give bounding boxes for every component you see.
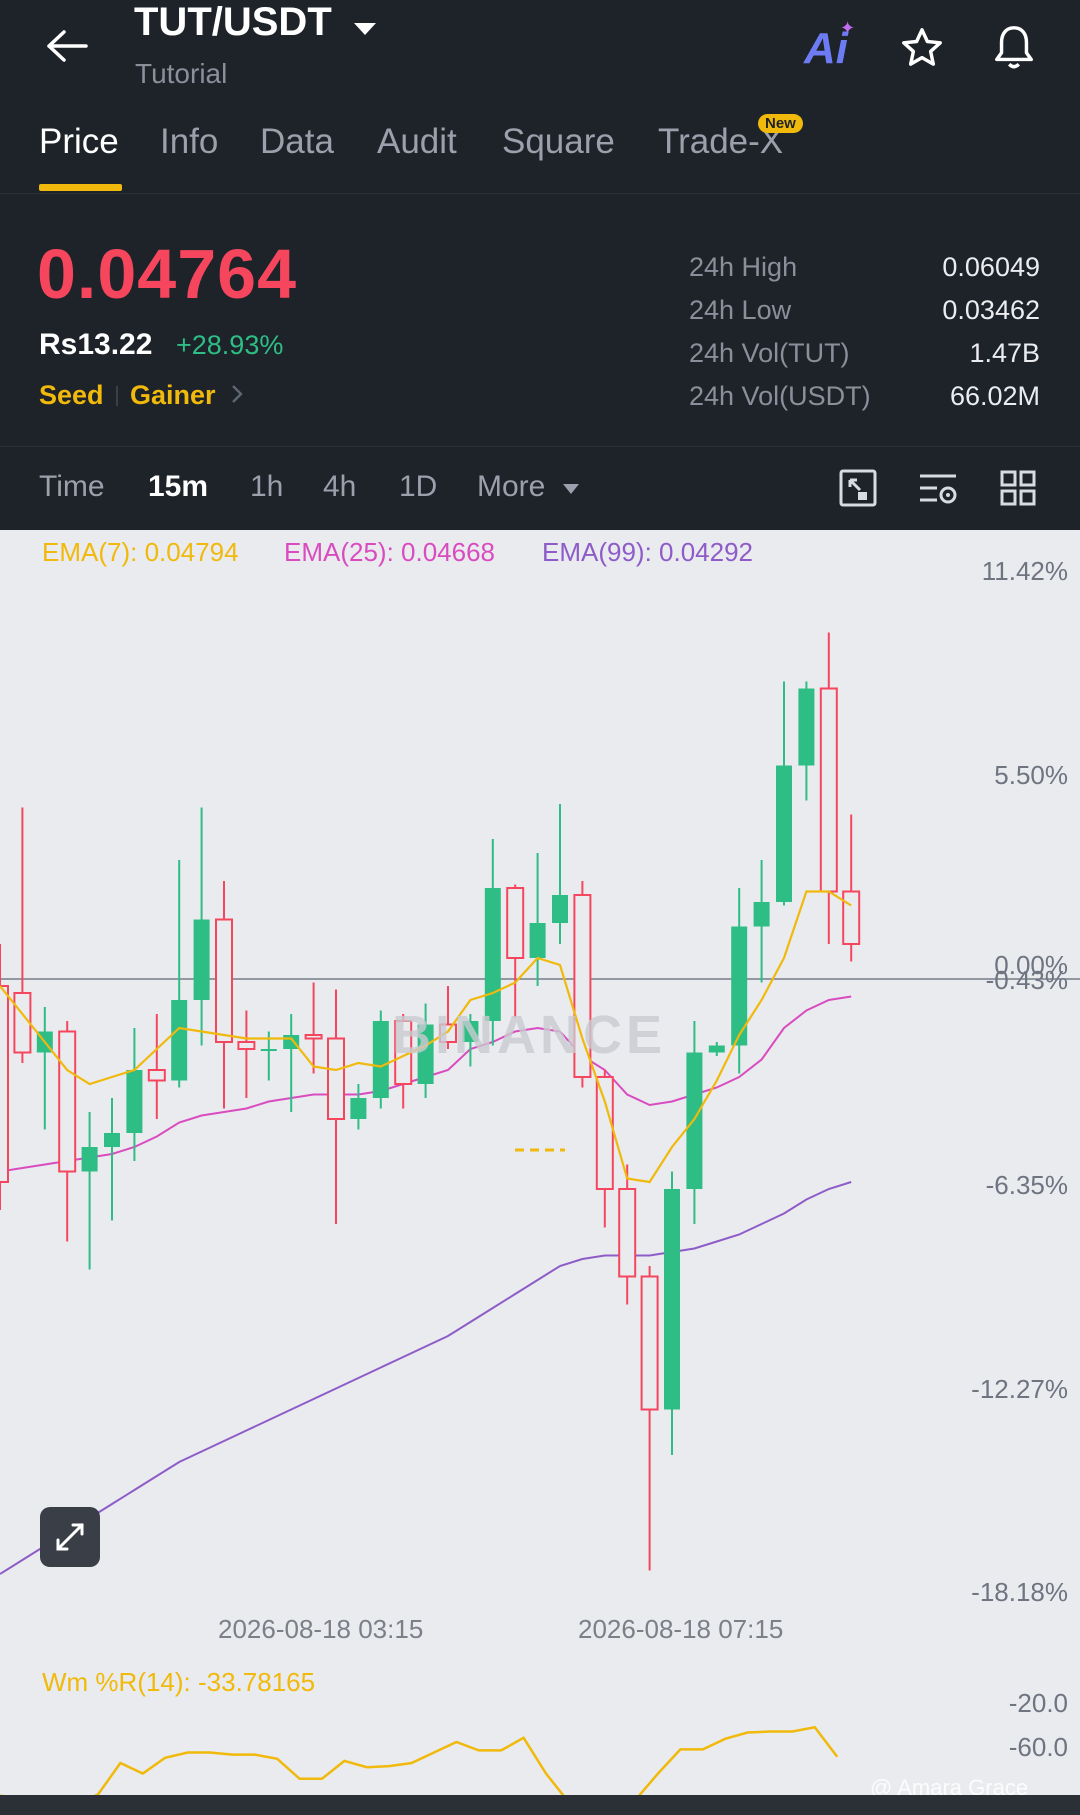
more-dropdown-icon[interactable] [562,482,580,500]
bell-alert-icon[interactable] [988,20,1040,74]
candle-body[interactable] [327,1037,345,1120]
chevron-down-icon[interactable] [353,2,377,47]
y-tick: 11.42% [981,556,1068,586]
candle-body[interactable] [506,887,525,959]
layout-grid-icon[interactable] [996,466,1040,510]
y-tick: -12.27% [971,1374,1068,1404]
candle-body[interactable] [171,1000,188,1081]
price-change: +28.93% [176,330,284,360]
tab-audit[interactable]: Audit [377,122,457,162]
indicator-settings-icon[interactable] [916,466,960,510]
star-favorite-icon[interactable] [896,22,948,74]
tag-separator [116,386,118,406]
stat-label-vol-usdt: 24h Vol(USDT) [689,381,871,411]
candle-body[interactable] [304,1034,323,1040]
chart-expand-icon[interactable] [836,466,880,510]
candle-body[interactable] [215,918,233,1043]
gainer-tag[interactable]: Gainer [130,380,216,411]
tab-price[interactable]: Price [39,122,119,162]
y-tick: -18.18% [971,1577,1068,1607]
candle-body[interactable] [147,1069,166,1082]
candle-body[interactable] [753,902,770,927]
fullscreen-icon[interactable] [40,1507,100,1567]
candle-body[interactable] [126,1070,143,1133]
candlestick-chart[interactable] [0,530,1080,1630]
stat-value-low: 0.03462 [942,295,1040,325]
tab-square[interactable]: Square [502,122,615,162]
candle-body[interactable] [819,687,838,893]
stat-value-vol-usdt: 66.02M [949,381,1040,411]
candle-body[interactable] [664,1189,680,1410]
chevron-right-icon[interactable] [230,382,244,411]
tab-info[interactable]: Info [160,122,218,162]
pair-name[interactable]: TUT/USDT [134,0,332,44]
x-tick: 2026-08-18 07:15 [578,1614,784,1644]
candle-body[interactable] [708,1045,725,1053]
candle-body[interactable] [193,919,210,1001]
last-price: 0.04764 [37,235,298,313]
ai-assistant-icon[interactable]: Ai ✦ [804,18,855,74]
y-tick: 5.50% [994,760,1068,790]
candle-body[interactable] [350,1098,367,1119]
interval-4h[interactable]: 4h [323,470,356,504]
pair-subtitle: Tutorial [135,58,228,89]
stat-label-low: 24h Low [689,295,792,325]
interval-15m[interactable]: 15m [148,470,208,504]
candle-body[interactable] [552,895,568,923]
candle-body[interactable] [81,1147,98,1172]
y-tick: -0.43% [985,965,1068,995]
candle-body[interactable] [237,1041,256,1050]
active-tab-indicator [39,184,122,191]
candle-body[interactable] [58,1030,77,1173]
stat-label-vol-tut: 24h Vol(TUT) [689,338,850,368]
stat-label-high: 24h High [689,252,798,282]
new-badge: New [758,114,803,133]
candle-body[interactable] [529,923,546,958]
candle-body[interactable] [0,985,9,1183]
candle-body[interactable] [618,1188,637,1278]
candle-body[interactable] [260,1049,277,1051]
stat-value-high: 0.06049 [942,252,1040,282]
seed-tag[interactable]: Seed [39,380,104,411]
sparkle-icon: ✦ [840,18,856,38]
candle-body[interactable] [104,1133,120,1147]
candle-body[interactable] [595,1076,614,1190]
pair-title[interactable]: TUT/USDT [134,0,377,47]
candle-body[interactable] [484,888,501,1021]
interval-time[interactable]: Time [39,470,105,504]
x-tick: 2026-08-18 03:15 [218,1614,424,1644]
candle-body[interactable] [798,688,815,766]
interval-more[interactable]: More [477,470,545,504]
stats-divider [0,446,1080,447]
binance-watermark: BINANCE [392,1005,667,1065]
system-bar [0,1795,1080,1815]
candle-body[interactable] [372,1021,389,1098]
fiat-price: Rs13.22 [39,328,153,361]
interval-1d[interactable]: 1D [399,470,437,504]
williams-r-line [0,1725,839,1800]
interval-1h[interactable]: 1h [250,470,283,504]
back-arrow-icon[interactable] [38,22,94,70]
candle-body[interactable] [776,765,792,903]
stat-value-vol-tut: 1.47B [969,338,1040,368]
candle-body[interactable] [640,1275,659,1411]
ema99-line [0,1181,852,1575]
candle-body[interactable] [842,890,861,945]
y-tick: -6.35% [985,1170,1068,1200]
tab-data[interactable]: Data [260,122,334,162]
tab-divider [0,193,1080,194]
